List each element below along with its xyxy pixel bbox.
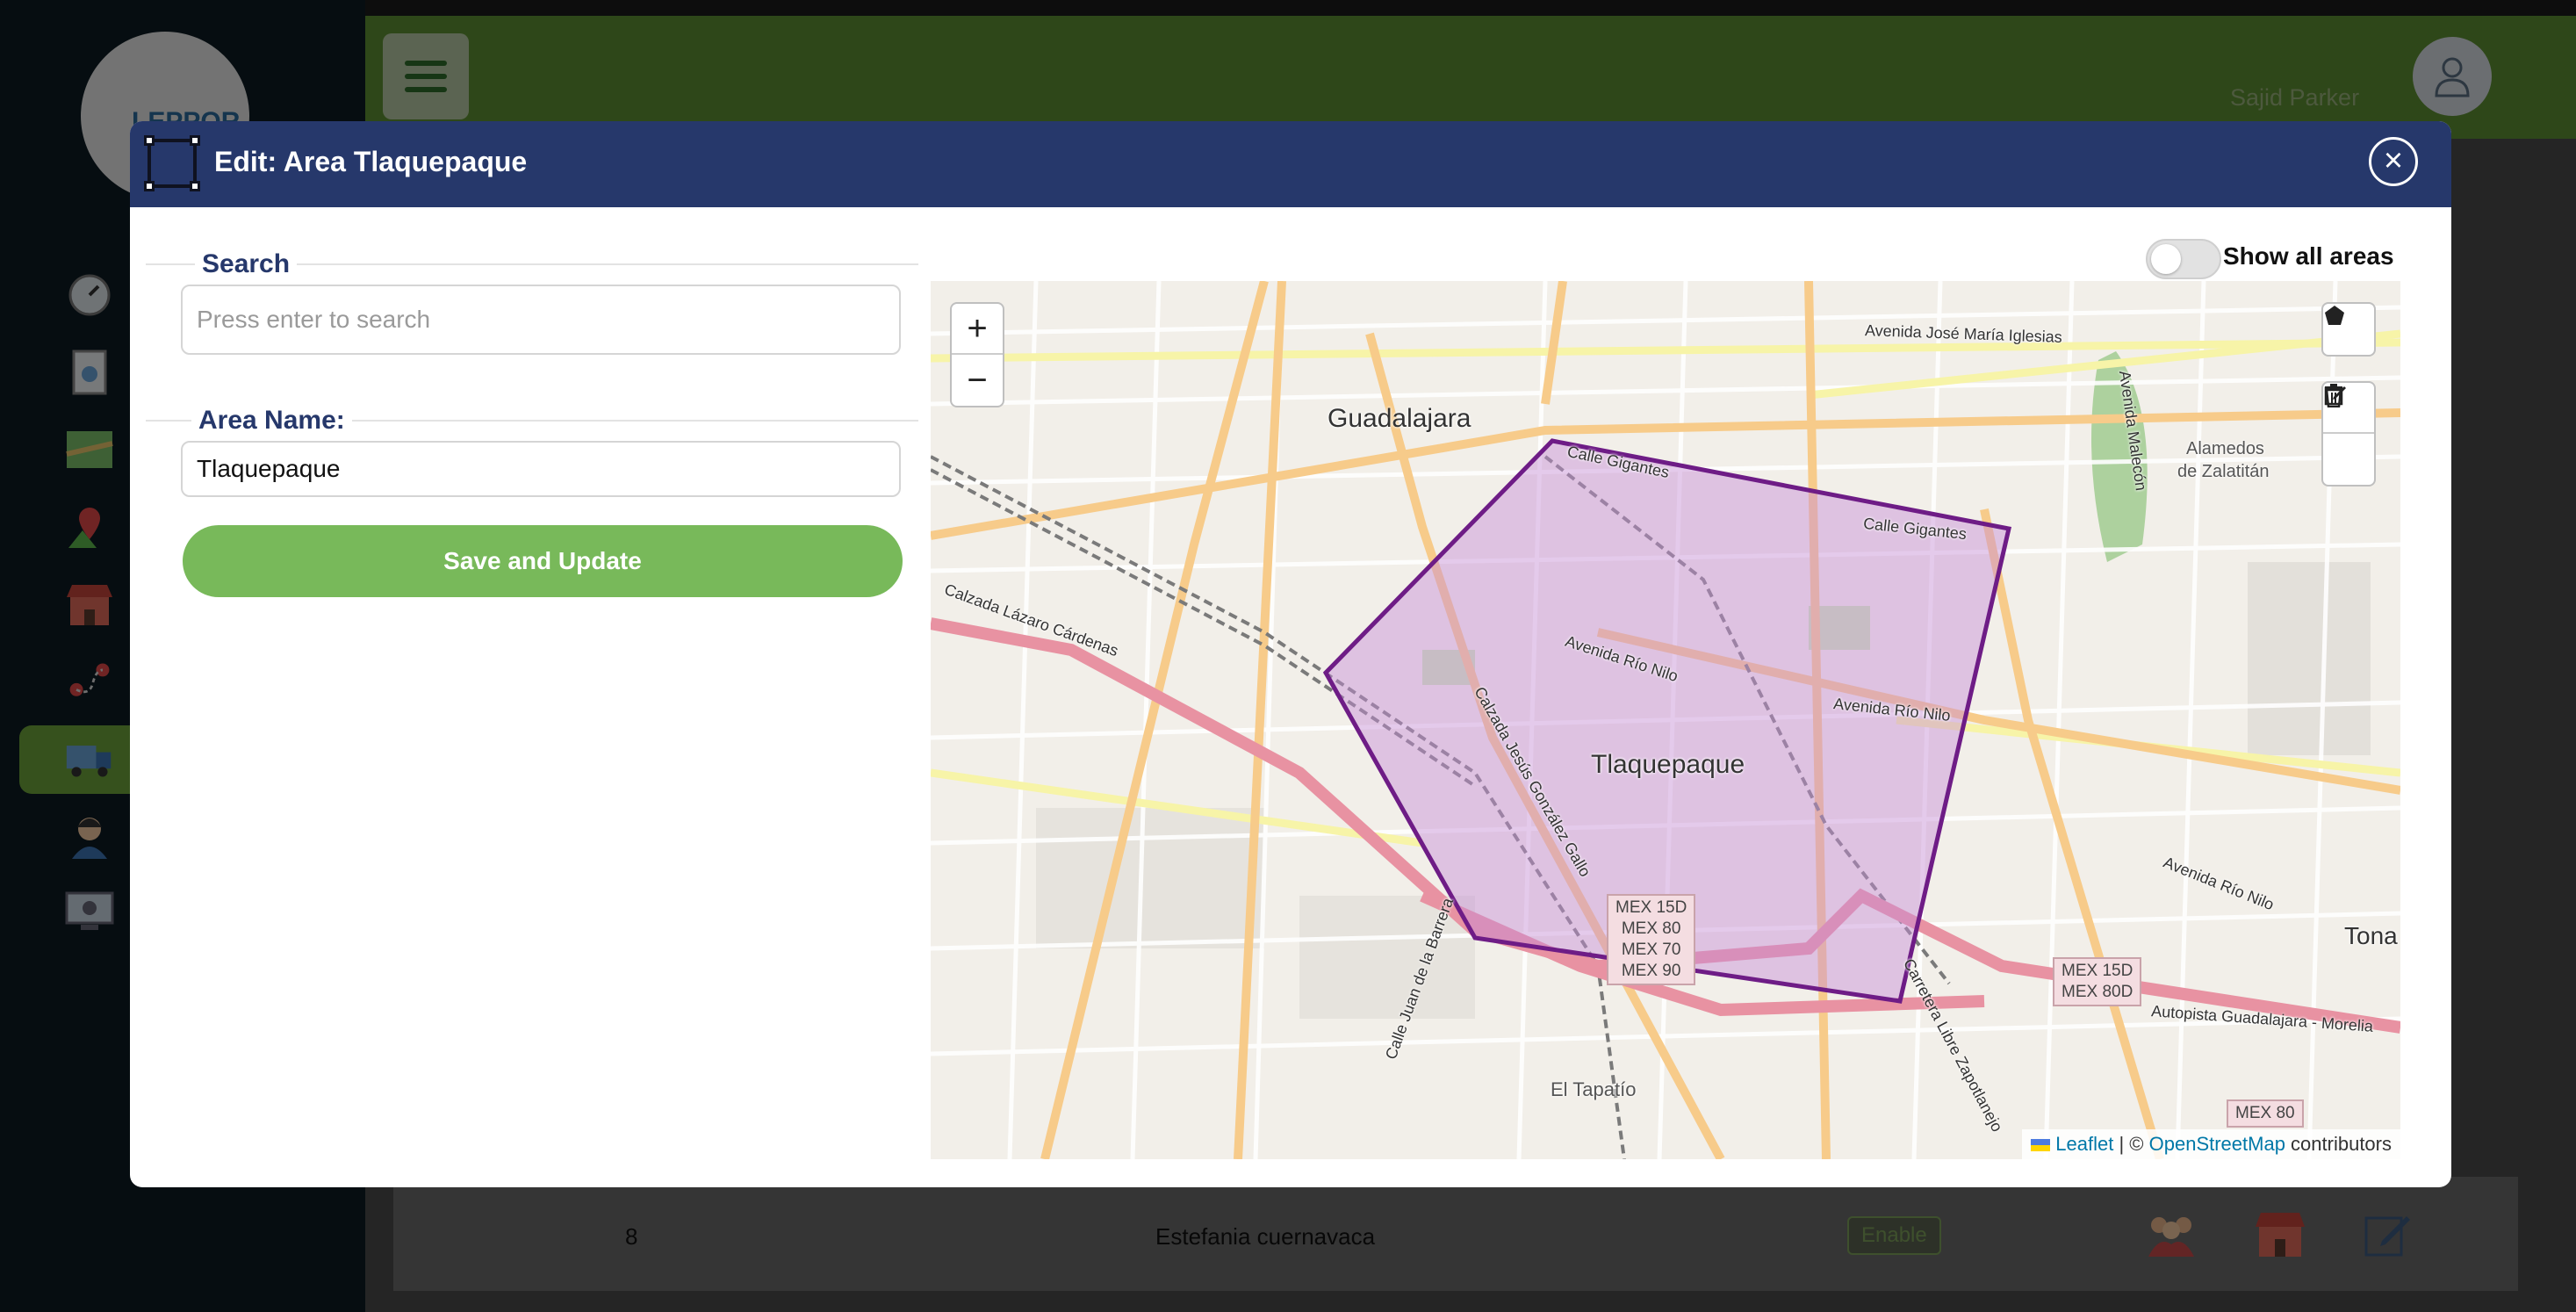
route-shield: MEX 15D MEX 80 MEX 70 MEX 90 xyxy=(1607,894,1696,985)
save-update-button[interactable]: Save and Update xyxy=(183,525,903,597)
map-view[interactable]: Guadalajara Tlaquepaque Tona Alamedos de… xyxy=(931,281,2400,1159)
trash-icon xyxy=(2325,384,2342,407)
modal-header: Edit: Area Tlaquepaque × xyxy=(130,121,2451,207)
map-label: Tlaquepaque xyxy=(1591,750,1745,779)
route-shield: MEX 15D MEX 80D xyxy=(2053,957,2142,1006)
polygon-icon xyxy=(2325,306,2344,325)
edit-area-modal: Edit: Area Tlaquepaque × Search Area Nam… xyxy=(130,121,2451,1187)
map-label: Tona xyxy=(2344,922,2398,949)
attribution-contributors: contributors xyxy=(2285,1133,2392,1155)
show-all-areas-label: Show all areas xyxy=(2223,242,2394,270)
area-name-input[interactable] xyxy=(181,441,901,497)
map-label: de Zalatitán xyxy=(2177,462,2270,481)
edit-toolbar xyxy=(2321,381,2376,487)
area-square-icon xyxy=(144,135,200,191)
ukraine-flag-icon xyxy=(2031,1139,2051,1152)
route-shield: MEX 80 xyxy=(2227,1099,2304,1128)
leaflet-link[interactable]: Leaflet xyxy=(2055,1133,2113,1155)
zoom-in-button[interactable]: + xyxy=(952,304,1003,355)
openstreetmap-link[interactable]: OpenStreetMap xyxy=(2149,1133,2285,1155)
toggle-knob xyxy=(2151,244,2181,274)
show-all-areas-toggle[interactable] xyxy=(2146,239,2221,279)
draw-polygon-button[interactable] xyxy=(2323,304,2374,355)
map-label: Guadalajara xyxy=(1328,404,1471,433)
search-input[interactable] xyxy=(181,285,901,355)
area-polygon[interactable] xyxy=(931,281,2400,1159)
attribution-separator: | © xyxy=(2113,1133,2149,1155)
area-name-label: Area Name: xyxy=(191,406,352,436)
delete-layers-button[interactable] xyxy=(2323,384,2374,485)
search-label: Search xyxy=(195,249,298,279)
zoom-control: + − xyxy=(950,302,1004,407)
draw-toolbar xyxy=(2321,302,2376,357)
map-attribution: Leaflet | © OpenStreetMap contributors xyxy=(2022,1129,2400,1159)
map-label: El Tapatío xyxy=(1551,1078,1637,1100)
close-button[interactable]: × xyxy=(2369,137,2418,186)
map-label: Alamedos xyxy=(2186,439,2264,458)
modal-title: Edit: Area Tlaquepaque xyxy=(214,146,528,177)
zoom-out-button[interactable]: − xyxy=(952,355,1003,406)
